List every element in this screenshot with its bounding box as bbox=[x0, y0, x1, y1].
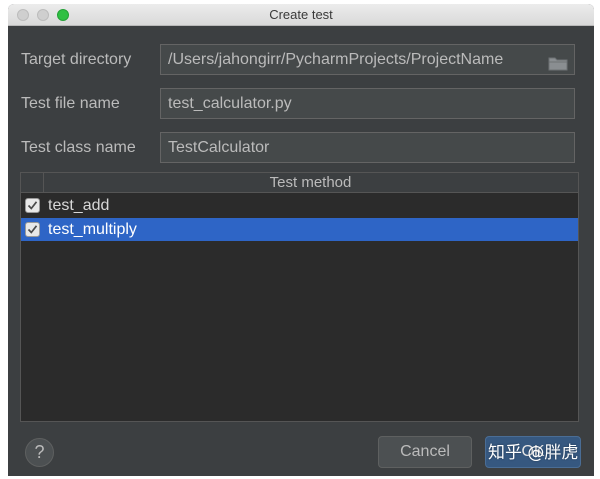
help-button[interactable]: ? bbox=[25, 438, 54, 467]
dialog-content: Target directory /Users/jahongirr/Pychar… bbox=[9, 26, 593, 476]
watermark-text: 知乎 @胖虎 bbox=[488, 443, 579, 463]
folder-icon[interactable] bbox=[548, 52, 568, 71]
table-row[interactable]: test_multiply bbox=[21, 218, 578, 241]
target-directory-label: Target directory bbox=[21, 51, 132, 68]
target-directory-field[interactable]: /Users/jahongirr/PycharmProjects/Project… bbox=[160, 44, 575, 75]
test-file-name-label: Test file name bbox=[21, 95, 120, 112]
checkmark-icon bbox=[27, 201, 38, 210]
cancel-button[interactable]: Cancel bbox=[378, 436, 472, 468]
create-test-dialog: Create test Target directory /Users/jaho… bbox=[8, 4, 594, 476]
test-method-column-header[interactable]: Test method bbox=[43, 173, 578, 192]
test-add-label: test_add bbox=[48, 197, 110, 214]
title-bar: Create test bbox=[8, 4, 594, 26]
target-directory-value: /Users/jahongirr/PycharmProjects/Project… bbox=[168, 51, 504, 68]
checkmark-icon bbox=[27, 225, 38, 234]
test-class-name-field[interactable]: TestCalculator bbox=[160, 132, 575, 163]
test-multiply-checkbox[interactable] bbox=[25, 222, 40, 237]
test-class-name-label: Test class name bbox=[21, 139, 136, 156]
table-header: Test method bbox=[21, 173, 578, 193]
test-methods-table: Test method test_add test_multiply bbox=[20, 172, 579, 422]
test-file-name-field[interactable]: test_calculator.py bbox=[160, 88, 575, 119]
table-row[interactable]: test_add bbox=[21, 194, 578, 217]
test-multiply-label: test_multiply bbox=[48, 221, 137, 238]
test-add-checkbox[interactable] bbox=[25, 198, 40, 213]
window-title: Create test bbox=[269, 7, 333, 22]
header-check-column bbox=[21, 173, 44, 192]
